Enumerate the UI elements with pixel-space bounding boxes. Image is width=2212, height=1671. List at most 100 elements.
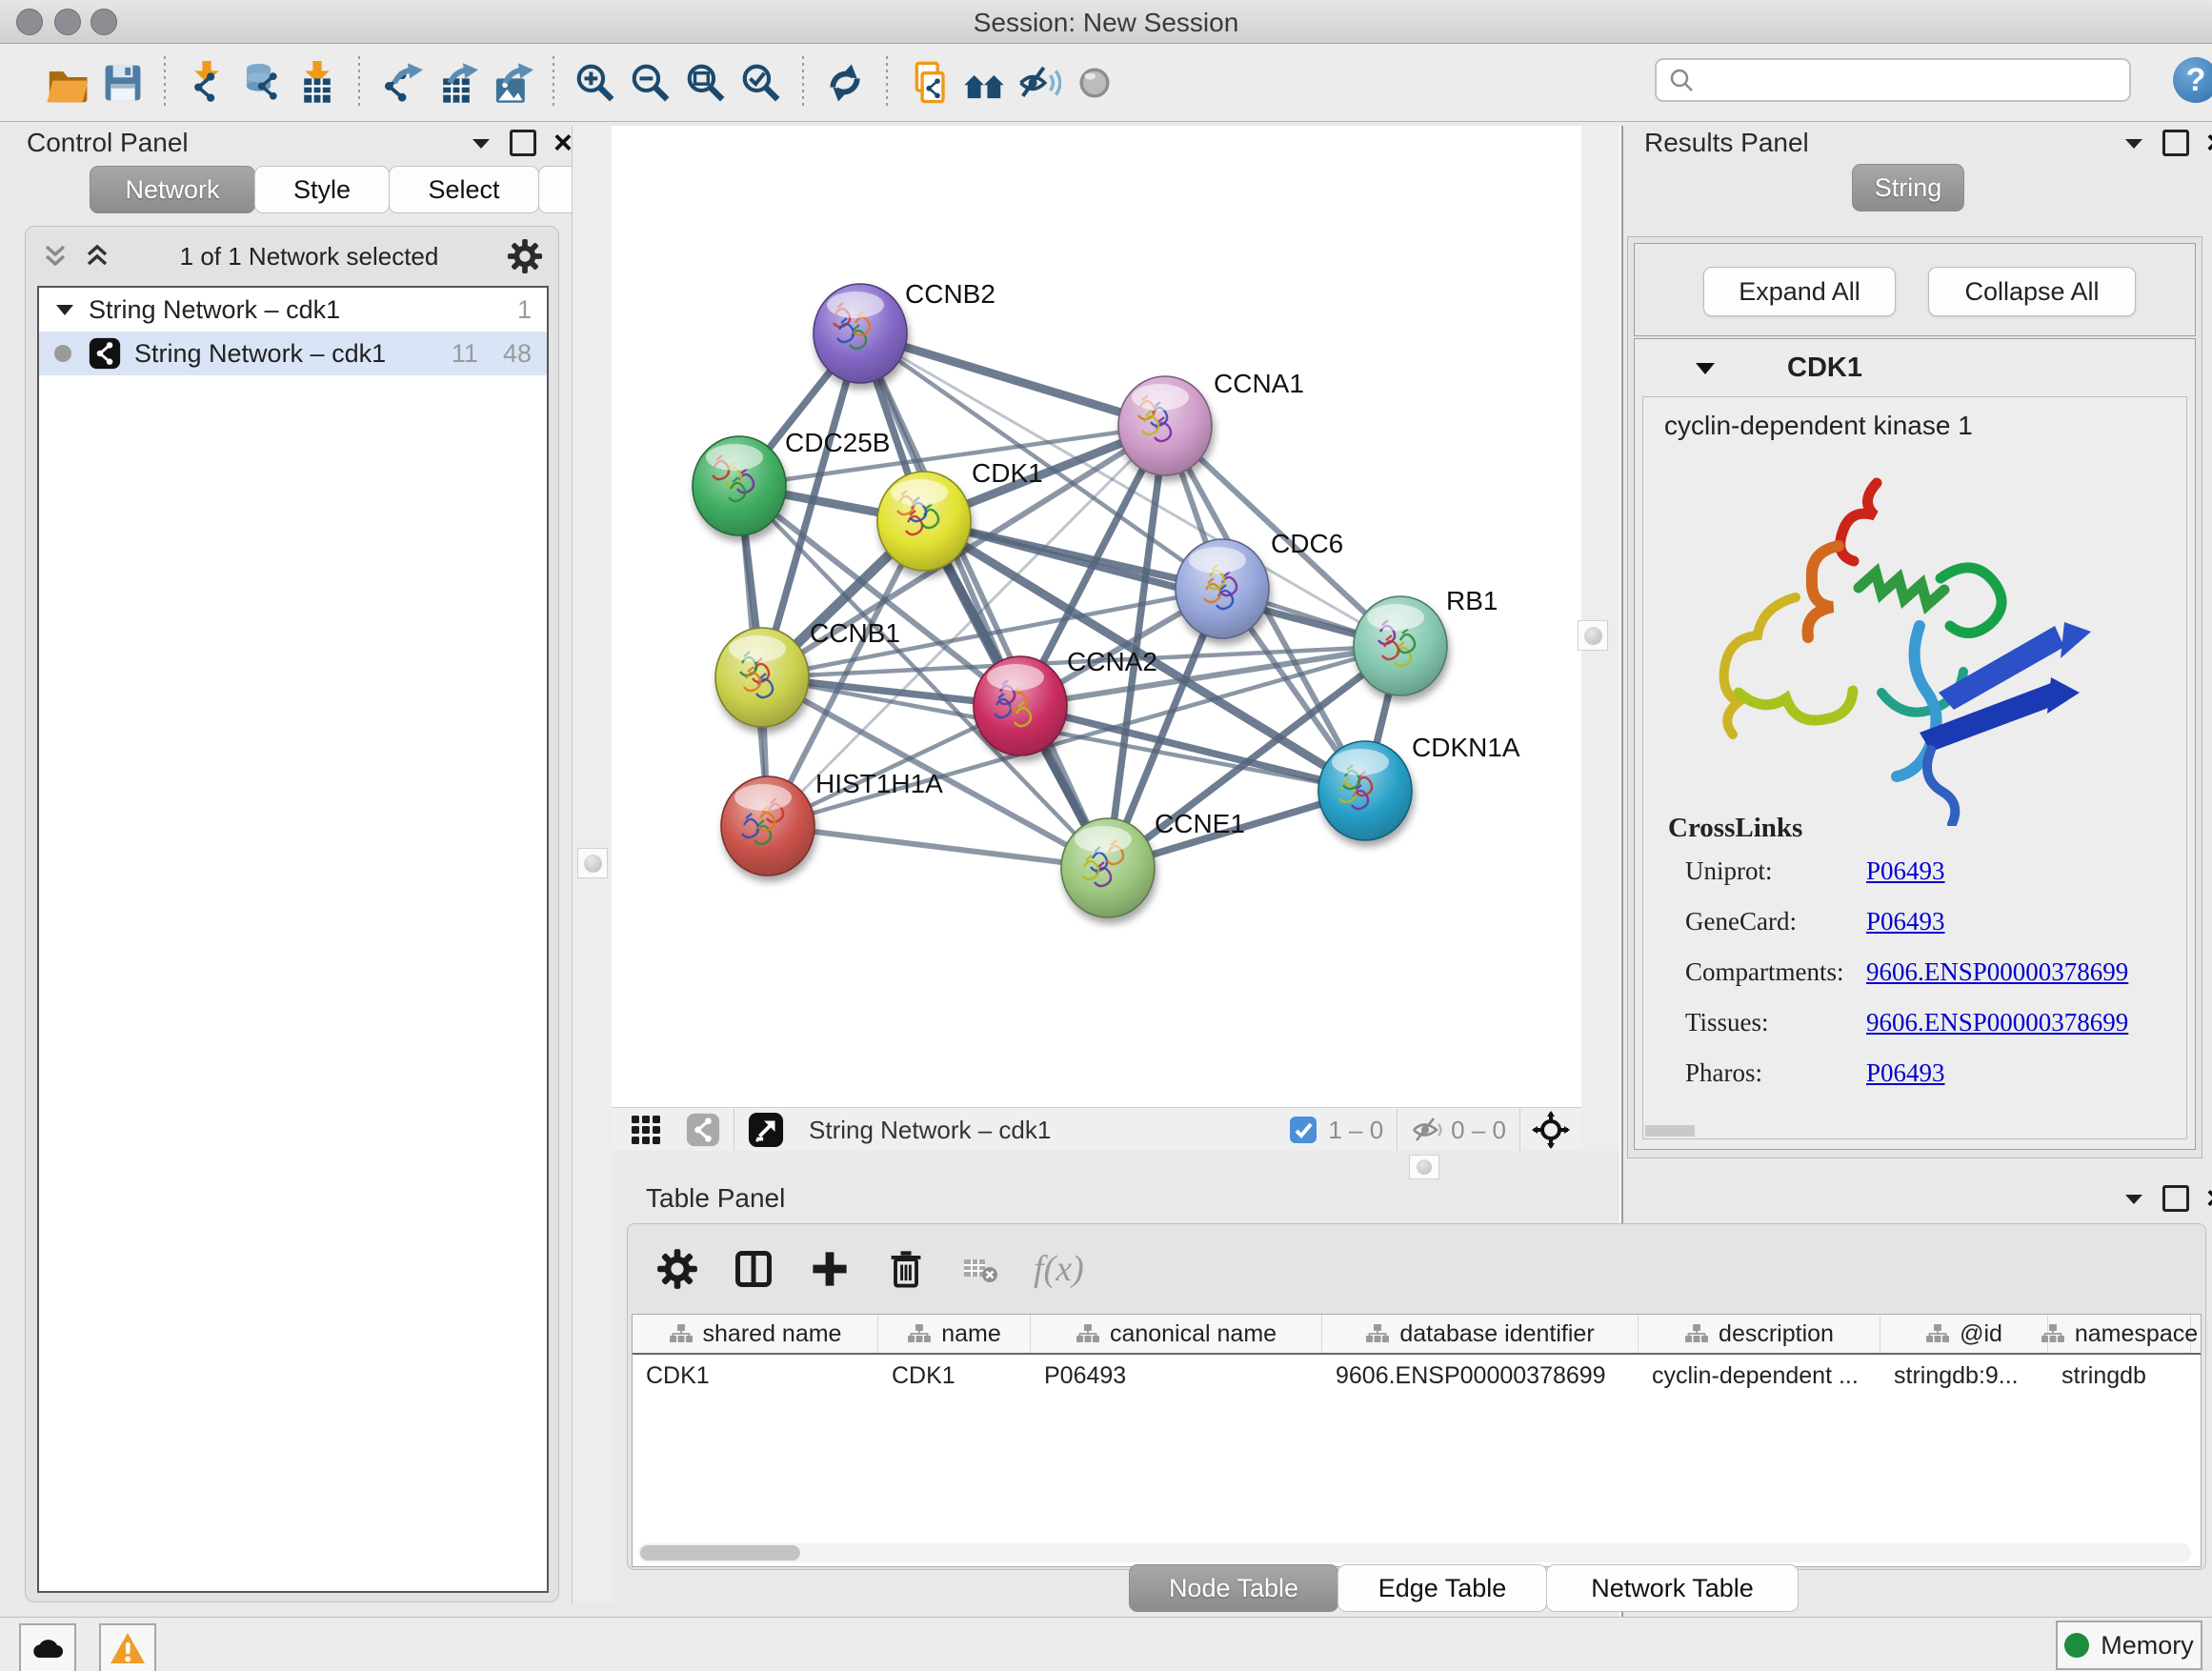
network-node-ccnb1[interactable] (715, 628, 809, 727)
table-header-row: shared namenamecanonical namedatabase id… (633, 1315, 2201, 1355)
crosslink-value-link[interactable]: P06493 (1866, 1058, 1945, 1088)
network-overview-icon[interactable] (686, 1113, 720, 1147)
results-hscroll-thumb[interactable] (1645, 1125, 1695, 1137)
network-collection-row[interactable]: String Network – cdk1 1 (39, 288, 547, 332)
search-input[interactable] (1695, 65, 2099, 96)
column-header-canonical-name[interactable]: canonical name (1031, 1315, 1322, 1353)
float-panel-icon[interactable] (2162, 1185, 2189, 1212)
search-box[interactable] (1655, 58, 2131, 102)
collapse-gene-icon[interactable] (1694, 359, 1717, 376)
selected-checkbox-icon[interactable] (1288, 1115, 1318, 1145)
home-button[interactable] (956, 55, 1012, 111)
tab-network[interactable]: Network (90, 166, 255, 213)
zoom-in-button[interactable] (568, 55, 623, 111)
column-header-shared-name[interactable]: shared name (633, 1315, 878, 1353)
cloud-status-button[interactable] (19, 1623, 76, 1671)
crosslink-value-link[interactable]: P06493 (1866, 907, 1945, 936)
export-network-button[interactable] (373, 55, 429, 111)
network-node-rb1[interactable] (1354, 596, 1447, 695)
results-buttons-box: Expand All Collapse All (1634, 243, 2196, 336)
column-header--id[interactable]: @id (1880, 1315, 2048, 1353)
table-hscroll-thumb[interactable] (640, 1545, 800, 1560)
zoom-fit-button[interactable] (678, 55, 734, 111)
left-splitter-handle[interactable] (577, 848, 608, 878)
table-cell[interactable]: cyclin-dependent ... (1639, 1362, 1880, 1390)
export-table-button[interactable] (429, 55, 484, 111)
zoom-selected-button[interactable] (734, 55, 789, 111)
tab-string[interactable]: String (1852, 164, 1964, 211)
crosslink-value-link[interactable]: P06493 (1866, 856, 1945, 886)
close-panel-icon[interactable]: × (2206, 132, 2212, 153)
show-visibility-button[interactable] (1067, 55, 1122, 111)
show-columns-icon[interactable] (733, 1248, 774, 1290)
tab-edge-table[interactable]: Edge Table (1337, 1564, 1547, 1612)
float-panel-icon[interactable] (2162, 130, 2189, 156)
open-folder-button[interactable] (40, 55, 95, 111)
collapse-all-button[interactable]: Collapse All (1928, 267, 2136, 316)
import-network-button[interactable] (179, 55, 234, 111)
tab-style[interactable]: Style (254, 166, 390, 213)
delete-column-icon[interactable] (885, 1248, 927, 1290)
column-header-description[interactable]: description (1639, 1315, 1880, 1353)
network-node-cdc6[interactable] (1176, 539, 1269, 638)
refresh-button[interactable] (817, 55, 873, 111)
tab-select[interactable]: Select (389, 166, 539, 213)
panel-menu-icon[interactable] (2122, 1191, 2145, 1206)
column-header-namespace[interactable]: namespace (2048, 1315, 2191, 1353)
import-database-button[interactable] (234, 55, 290, 111)
table-row[interactable]: CDK1CDK1P064939606.ENSP00000378699cyclin… (633, 1355, 2201, 1397)
close-panel-icon[interactable]: × (2206, 1188, 2212, 1209)
table-cell[interactable]: stringdb (2048, 1362, 2191, 1390)
network-node-ccne1[interactable] (1061, 818, 1155, 917)
tab-node-table[interactable]: Node Table (1129, 1564, 1338, 1612)
zoom-out-button[interactable] (623, 55, 678, 111)
expand-all-icon[interactable] (83, 244, 111, 269)
network-options-gear-icon[interactable] (507, 238, 543, 274)
open-in-browser-icon[interactable] (748, 1112, 784, 1148)
close-panel-icon[interactable]: × (553, 132, 573, 153)
panel-menu-icon[interactable] (2122, 135, 2145, 151)
expand-all-button[interactable]: Expand All (1703, 267, 1896, 316)
table-cell[interactable]: CDK1 (633, 1362, 878, 1390)
save-button[interactable] (95, 55, 151, 111)
network-node-hist1h1a[interactable] (721, 776, 814, 876)
fit-selected-crosshair-icon[interactable] (1532, 1111, 1570, 1149)
collapse-all-icon[interactable] (41, 244, 70, 269)
table-cell[interactable]: 9606.ENSP00000378699 (1322, 1362, 1639, 1390)
panel-menu-icon[interactable] (470, 135, 493, 151)
table-cell[interactable]: stringdb:9... (1880, 1362, 2048, 1390)
clone-document-icon (907, 61, 951, 105)
network-graph[interactable]: CCNB2CCNA1CDC25BCDK1CDC6RB1CCNB1CCNA2CDK… (612, 126, 1581, 1107)
column-header-database-identifier[interactable]: database identifier (1322, 1315, 1639, 1353)
network-node-ccna1[interactable] (1118, 376, 1212, 475)
birds-eye-view-icon[interactable] (629, 1113, 663, 1147)
warnings-button[interactable] (99, 1623, 156, 1671)
network-node-ccnb2[interactable] (814, 284, 907, 383)
export-image-button[interactable] (484, 55, 539, 111)
hide-visibility-button[interactable] (1012, 55, 1067, 111)
crosslink-value-link[interactable]: 9606.ENSP00000378699 (1866, 1008, 2128, 1037)
network-node-cdk1[interactable] (877, 472, 971, 571)
help-button[interactable]: ? (2173, 57, 2212, 103)
table-cell[interactable]: P06493 (1031, 1362, 1322, 1390)
horizontal-splitter-handle[interactable] (1409, 1155, 1439, 1179)
network-node-cdc25b[interactable] (693, 436, 786, 535)
float-panel-icon[interactable] (510, 130, 536, 156)
network-row-selected[interactable]: String Network – cdk1 11 48 (39, 332, 547, 375)
tab-network-table[interactable]: Network Table (1546, 1564, 1799, 1612)
import-table-button[interactable] (290, 55, 345, 111)
memory-button[interactable]: Memory (2056, 1621, 2202, 1670)
table-options-gear-icon[interactable] (656, 1248, 698, 1290)
table-cell[interactable]: CDK1 (878, 1362, 1031, 1390)
right-splitter-handle[interactable] (1578, 620, 1608, 651)
network-canvas[interactable]: CCNB2CCNA1CDC25BCDK1CDC6RB1CCNB1CCNA2CDK… (612, 126, 1581, 1107)
tree-expand-icon[interactable] (54, 302, 75, 317)
network-node-ccna2[interactable] (974, 656, 1067, 755)
column-header-name[interactable]: name (878, 1315, 1031, 1353)
create-column-icon[interactable] (809, 1248, 851, 1290)
table-hscrollbar[interactable] (638, 1543, 2191, 1562)
crosslink-value-link[interactable]: 9606.ENSP00000378699 (1866, 957, 2128, 987)
status-bar: Memory (0, 1617, 2212, 1671)
network-node-cdkn1a[interactable] (1318, 741, 1412, 840)
clone-document-button[interactable] (901, 55, 956, 111)
